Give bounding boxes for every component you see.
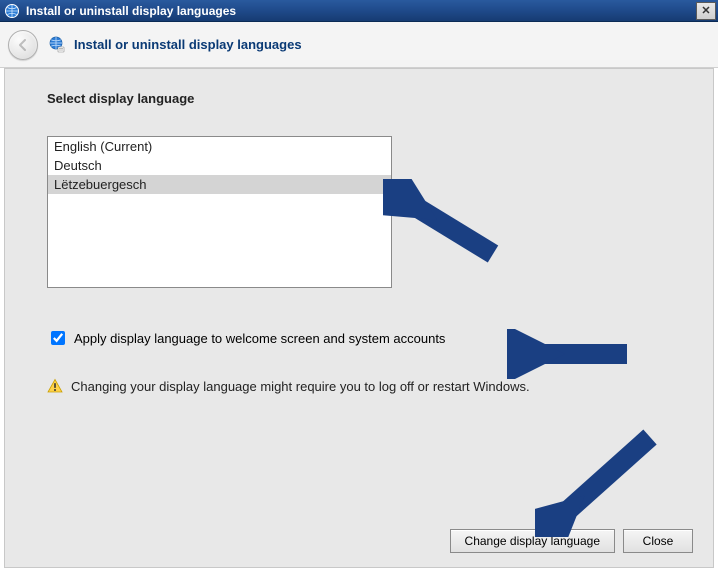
warning-text: Changing your display language might req…: [71, 379, 530, 394]
button-bar: Change display language Close: [450, 529, 693, 553]
annotation-arrow-icon: [535, 427, 665, 537]
globe-icon: [48, 36, 66, 54]
apply-checkbox[interactable]: [51, 331, 65, 345]
annotation-arrow-icon: [383, 179, 503, 269]
change-display-language-button[interactable]: Change display language: [450, 529, 615, 553]
language-listbox[interactable]: English (Current) Deutsch Lëtzebuergesch: [47, 136, 392, 288]
titlebar: Install or uninstall display languages ✕: [0, 0, 718, 22]
content-area: Select display language English (Current…: [4, 68, 714, 568]
list-item[interactable]: Lëtzebuergesch: [48, 175, 391, 194]
list-item[interactable]: Deutsch: [48, 156, 391, 175]
page-title: Install or uninstall display languages: [74, 37, 302, 52]
wizard-header: Install or uninstall display languages: [0, 22, 718, 68]
list-item[interactable]: English (Current): [48, 137, 391, 156]
warning-row: Changing your display language might req…: [47, 378, 681, 394]
window-title: Install or uninstall display languages: [26, 4, 696, 18]
apply-checkbox-row: Apply display language to welcome screen…: [47, 328, 681, 348]
back-button[interactable]: [8, 30, 38, 60]
warning-icon: [47, 378, 63, 394]
apply-checkbox-label[interactable]: Apply display language to welcome screen…: [74, 331, 445, 346]
titlebar-close-button[interactable]: ✕: [696, 2, 716, 20]
app-icon: [4, 3, 20, 19]
close-button[interactable]: Close: [623, 529, 693, 553]
section-heading: Select display language: [47, 91, 681, 106]
